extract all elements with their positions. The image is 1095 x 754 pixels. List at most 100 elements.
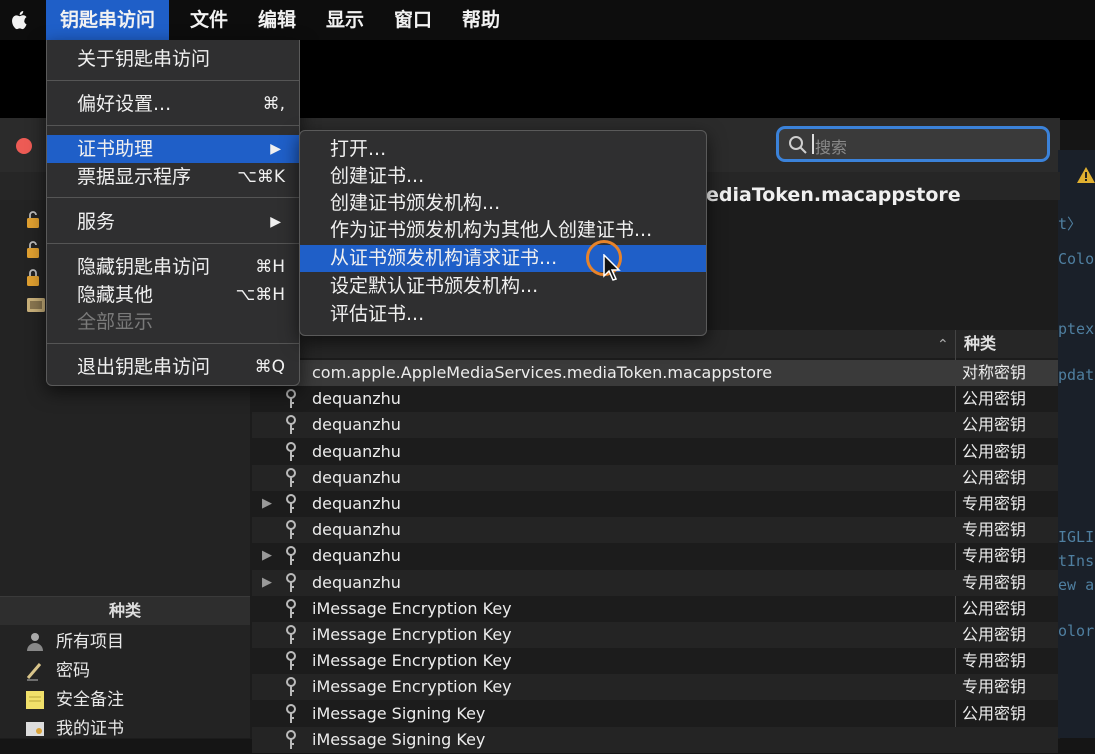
selected-item-title: ediaToken.macappstore xyxy=(706,184,961,206)
table-row[interactable]: iMessage Encryption Key 公用密钥 xyxy=(252,622,1058,648)
search-field[interactable]: 搜索 xyxy=(776,126,1050,162)
table-row[interactable]: iMessage Signing Key 公用密钥 xyxy=(252,701,1058,727)
item-name: dequanzhu xyxy=(312,467,401,487)
code-fragment: olor xyxy=(1058,622,1095,640)
item-name: dequanzhu xyxy=(312,546,401,566)
disclosure-triangle-icon[interactable]: ▶ xyxy=(262,548,272,563)
sidebar-item-my-certificates[interactable]: 我的证书 xyxy=(24,715,124,743)
submenu-item-set-default-ca[interactable]: 设定默认证书颁发机构... xyxy=(300,273,706,300)
search-icon xyxy=(789,136,807,154)
menu-separator xyxy=(47,243,299,244)
table-row[interactable]: iMessage Signing Key xyxy=(252,726,1058,753)
item-kind: 公用密钥 xyxy=(962,703,1027,723)
table-row[interactable]: dequanzhu 专用密钥 xyxy=(252,517,1058,544)
warning-icon xyxy=(1077,167,1095,183)
table-row[interactable]: dequanzhu 公用密钥 xyxy=(252,439,1058,465)
submenu-item-request-from-ca[interactable]: 从证书颁发机构请求证书... xyxy=(300,245,706,272)
key-icon xyxy=(284,677,298,701)
menu-item-about[interactable]: 关于钥匙串访问 xyxy=(47,45,299,73)
item-name: dequanzhu xyxy=(312,520,401,540)
table-row[interactable]: ▶ dequanzhu 专用密钥 xyxy=(252,569,1058,596)
menu-bar: 钥匙串访问 文件 编辑 显示 窗口 帮助 xyxy=(0,0,1095,40)
table-row[interactable]: iMessage Encryption Key 公用密钥 xyxy=(252,596,1058,622)
key-icon xyxy=(284,625,298,649)
menu-separator xyxy=(47,80,299,81)
menu-window[interactable]: 窗口 xyxy=(380,0,446,40)
menu-item-hide-others[interactable]: 隐藏其他 ⌥⌘H xyxy=(47,281,299,309)
sort-ascending-icon[interactable]: ⌃ xyxy=(937,337,949,353)
unlocked-keychain-icon[interactable] xyxy=(26,240,40,258)
key-icon xyxy=(284,494,298,518)
menu-item-ticket-viewer[interactable]: 票据显示程序 ⌥⌘K xyxy=(47,163,299,191)
shortcut-label: ⌥⌘K xyxy=(237,167,285,187)
system-keychain-icon[interactable] xyxy=(26,296,46,314)
item-kind: 公用密钥 xyxy=(962,598,1027,618)
submenu-item-create-ca[interactable]: 创建证书颁发机构... xyxy=(300,190,706,217)
table-row[interactable]: ▶ dequanzhu 专用密钥 xyxy=(252,543,1058,569)
item-kind: 专用密钥 xyxy=(962,651,1027,671)
shortcut-label: ⌥⌘H xyxy=(235,285,285,305)
table-row[interactable]: dequanzhu 公用密钥 xyxy=(252,412,1058,439)
menu-item-hide[interactable]: 隐藏钥匙串访问 ⌘H xyxy=(47,253,299,281)
key-icon xyxy=(284,598,298,623)
sidebar-item-passwords[interactable]: 密码 xyxy=(24,657,90,685)
table-row[interactable]: com.apple.AppleMediaServices.mediaToken.… xyxy=(252,360,1058,386)
code-fragment: tIns xyxy=(1058,552,1095,570)
table-row[interactable]: ▶ dequanzhu 专用密钥 xyxy=(252,491,1058,517)
sidebar-item-label: 所有项目 xyxy=(56,632,124,652)
sidebar-item-label: 安全备注 xyxy=(56,690,124,710)
sidebar-kind-header: 种类 xyxy=(0,596,250,625)
item-kind: 专用密钥 xyxy=(962,520,1027,540)
column-header-kind[interactable]: 种类 xyxy=(964,330,996,358)
menu-item-certificate-assistant[interactable]: 证书助理 ▶ xyxy=(47,135,299,163)
key-icon xyxy=(284,520,298,544)
menu-file[interactable]: 文件 xyxy=(176,0,242,40)
table-row[interactable]: dequanzhu 公用密钥 xyxy=(252,464,1058,492)
item-name: dequanzhu xyxy=(312,415,401,435)
close-window-button[interactable] xyxy=(16,138,32,154)
submenu-item-evaluate[interactable]: 评估证书... xyxy=(300,301,706,328)
table-row[interactable]: iMessage Encryption Key 专用密钥 xyxy=(252,648,1058,674)
item-name: iMessage Encryption Key xyxy=(312,625,512,644)
disclosure-triangle-icon[interactable]: ▶ xyxy=(262,496,272,511)
submenu-item-open[interactable]: 打开... xyxy=(300,136,706,163)
code-fragment: t〉 xyxy=(1058,215,1083,233)
apple-icon[interactable] xyxy=(8,8,32,32)
locked-keychain-icon[interactable] xyxy=(26,268,40,286)
menu-item-show-all: 全部显示 xyxy=(77,311,154,333)
item-kind: 公用密钥 xyxy=(962,441,1027,461)
certificate-assistant-submenu: 打开... 创建证书... 创建证书颁发机构... 作为证书颁发机构为其他人创建… xyxy=(299,130,707,336)
item-name: iMessage Encryption Key xyxy=(312,598,512,618)
submenu-item-create-certificate[interactable]: 创建证书... xyxy=(300,163,706,190)
menu-item-preferences[interactable]: 偏好设置... ⌘, xyxy=(47,90,299,118)
code-fragment: IGLI xyxy=(1058,528,1095,546)
mouse-pointer-icon xyxy=(603,254,621,281)
item-kind: 专用密钥 xyxy=(962,677,1027,697)
item-name: dequanzhu xyxy=(312,494,401,513)
menu-separator xyxy=(47,197,299,198)
background-code-editor xyxy=(1058,150,1095,738)
sidebar-item-secure-notes[interactable]: 安全备注 xyxy=(24,686,124,714)
key-icon xyxy=(284,546,298,570)
item-name: iMessage Encryption Key xyxy=(312,651,512,671)
table-row[interactable]: iMessage Encryption Key 专用密钥 xyxy=(252,674,1058,701)
disclosure-triangle-icon[interactable]: ▶ xyxy=(262,575,272,590)
item-name: dequanzhu xyxy=(312,441,401,461)
shortcut-label: ⌘, xyxy=(262,94,285,114)
search-placeholder: 搜索 xyxy=(815,138,848,157)
menu-help[interactable]: 帮助 xyxy=(448,0,514,40)
unlocked-keychain-icon[interactable] xyxy=(26,210,40,228)
item-kind: 公用密钥 xyxy=(962,415,1027,435)
menu-item-quit[interactable]: 退出钥匙串访问 ⌘Q xyxy=(47,353,299,381)
submenu-item-create-for-others[interactable]: 作为证书颁发机构为其他人创建证书... xyxy=(300,217,706,244)
table-row[interactable]: dequanzhu 公用密钥 xyxy=(252,386,1058,412)
menu-edit[interactable]: 编辑 xyxy=(244,0,310,40)
menu-item-services[interactable]: 服务 ▶ xyxy=(47,208,299,236)
menu-view[interactable]: 显示 xyxy=(312,0,378,40)
item-kind: 公用密钥 xyxy=(962,389,1027,409)
menu-keychain-access[interactable]: 钥匙串访问 xyxy=(46,0,170,40)
item-kind: 专用密钥 xyxy=(962,546,1027,566)
key-icon xyxy=(284,467,298,492)
sidebar-item-all-items[interactable]: 所有项目 xyxy=(24,628,124,656)
item-name: dequanzhu xyxy=(312,572,401,592)
